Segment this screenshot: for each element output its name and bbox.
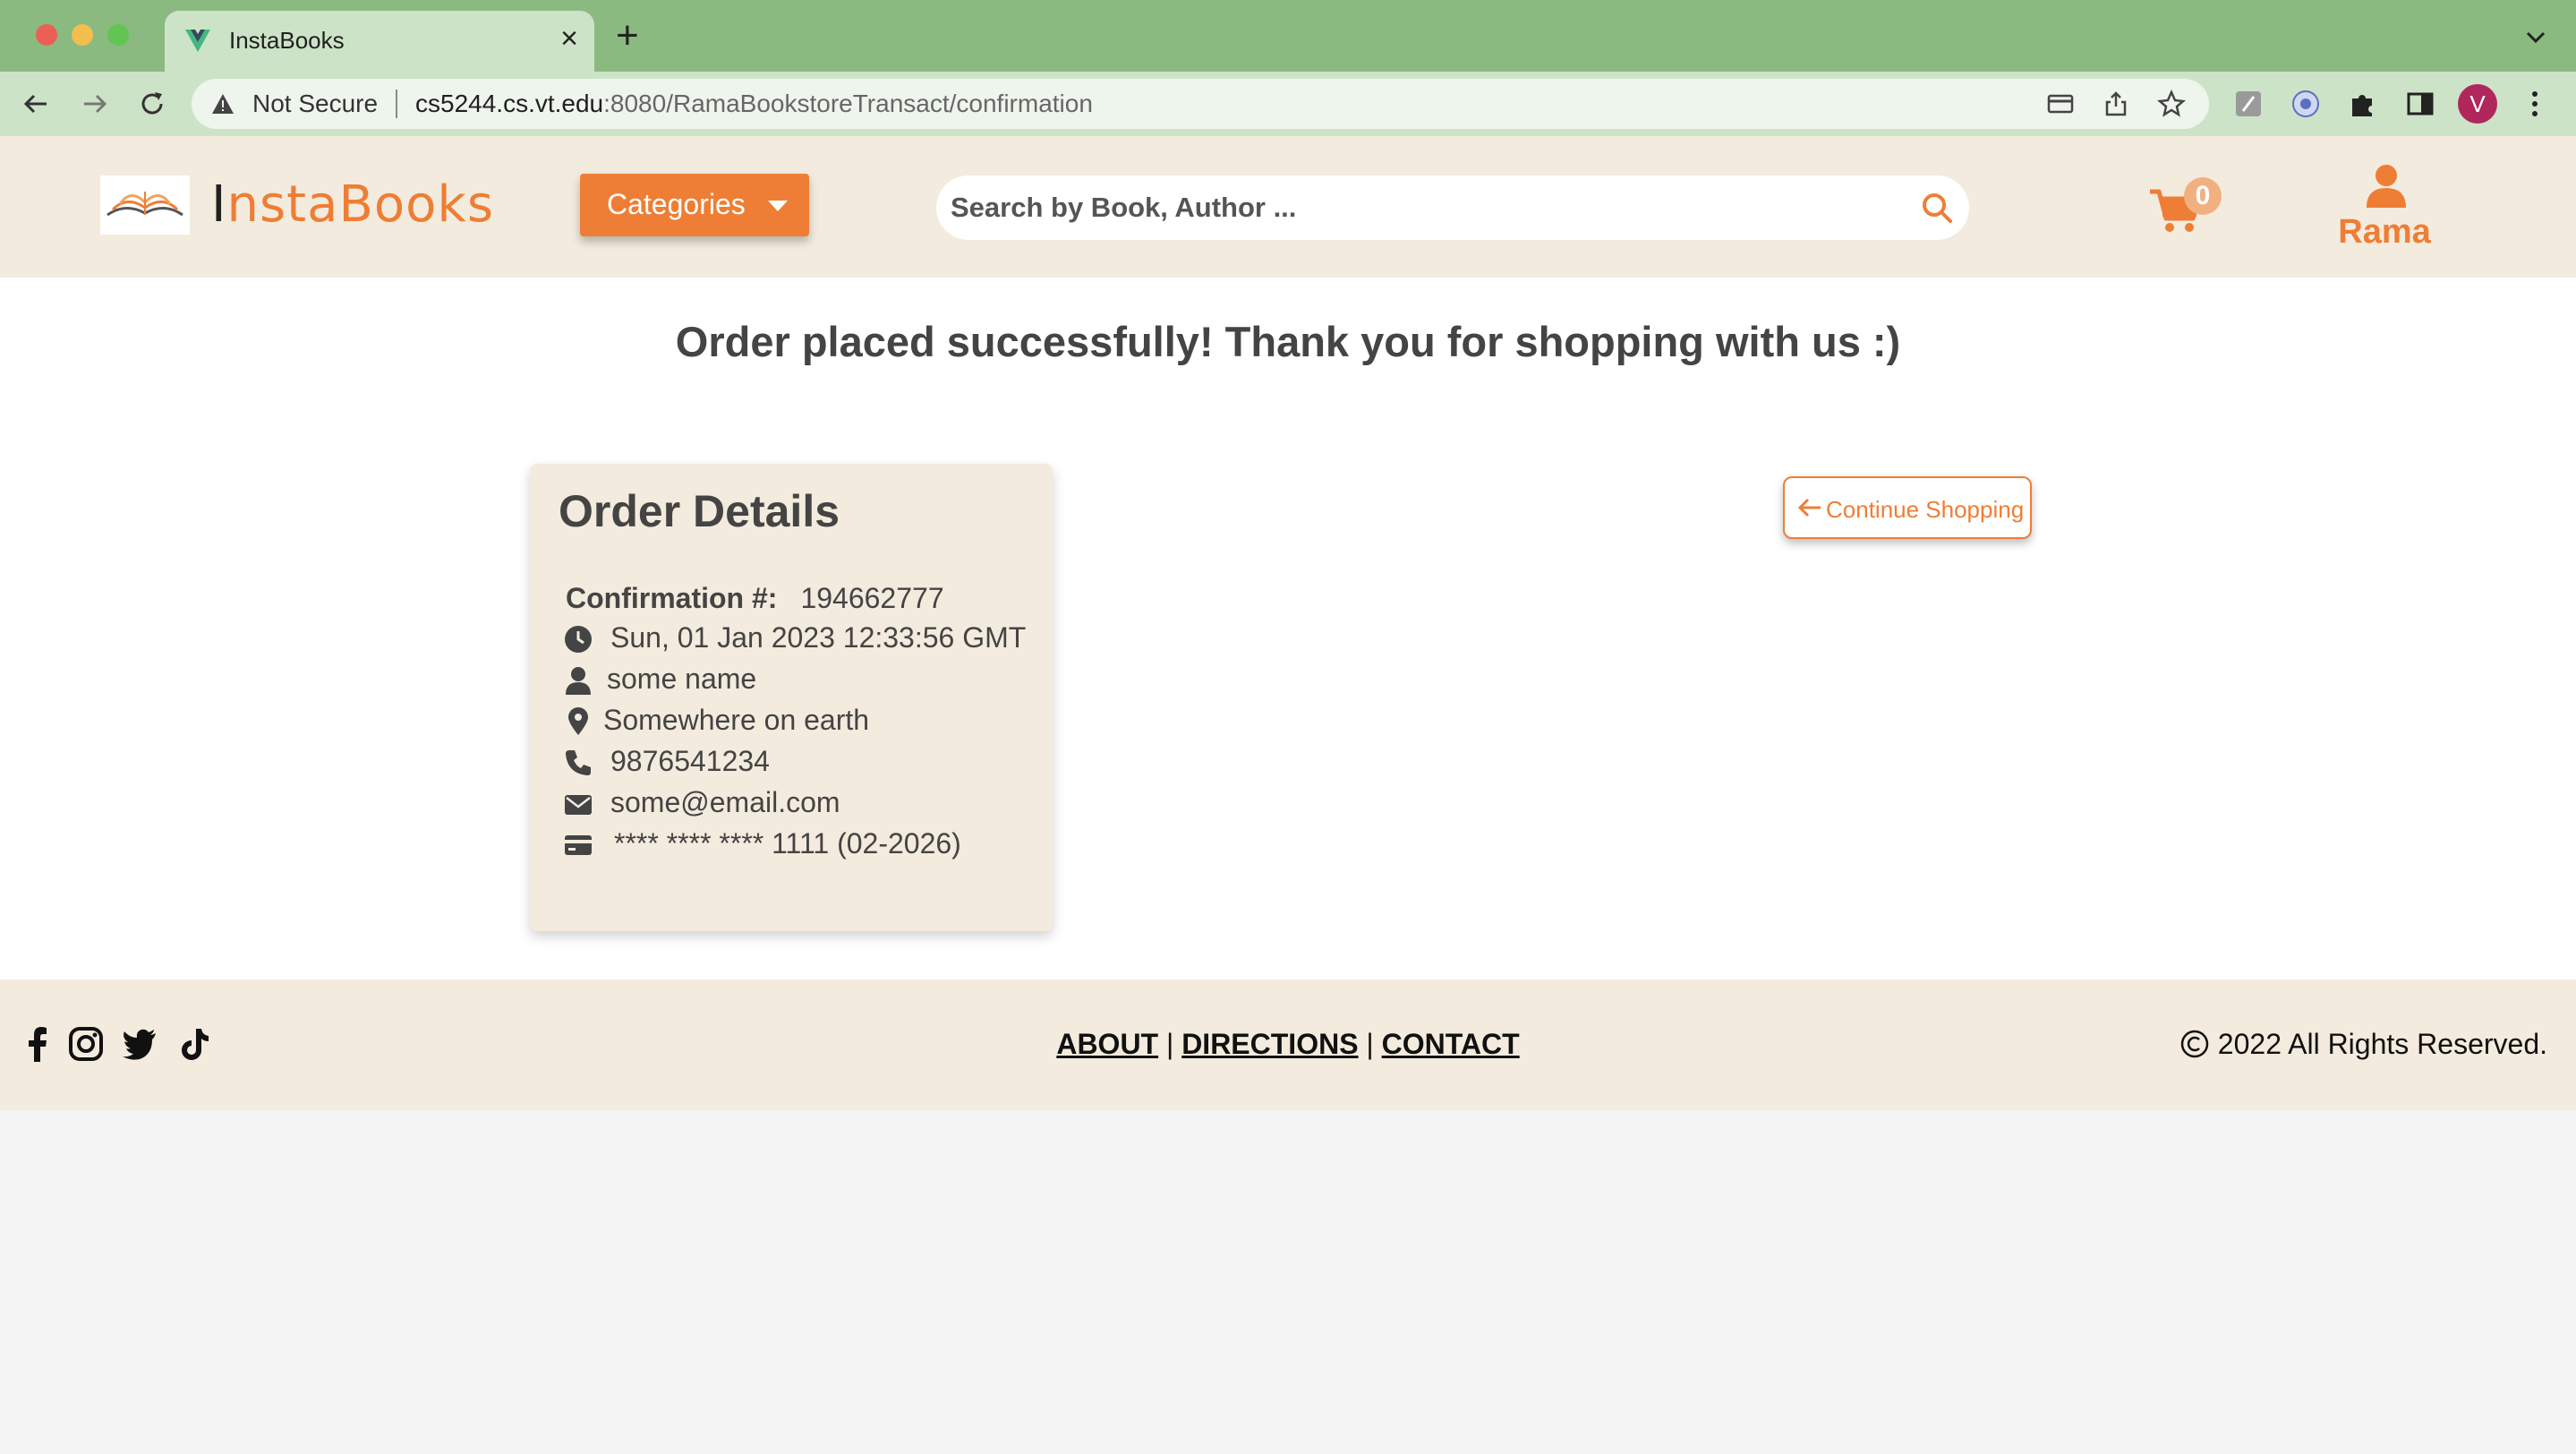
- copyright: 2022 All Rights Reserved.: [2179, 1028, 2547, 1061]
- url-path: :8080/RamaBookstoreTransact/confirmation: [603, 90, 1093, 117]
- minimize-window-button[interactable]: [72, 24, 93, 46]
- reload-icon[interactable]: [136, 88, 168, 120]
- customer-phone: 9876541234: [610, 745, 770, 777]
- card-icon[interactable]: [2046, 90, 2075, 118]
- user-account[interactable]: Rama: [2331, 163, 2438, 261]
- envelope-icon: [565, 795, 592, 815]
- forward-arrow-icon[interactable]: [79, 88, 111, 120]
- browser-tab-bar: InstaBooks × +: [0, 0, 2576, 72]
- url-host: cs5244.cs.vt.edu: [415, 90, 604, 117]
- customer-name: some name: [607, 663, 757, 695]
- caret-down-icon: [768, 201, 788, 211]
- confirmation-row: Confirmation #: 194662777: [566, 582, 944, 615]
- open-book-icon: [107, 192, 183, 217]
- bookmark-star-icon[interactable]: [2157, 90, 2186, 118]
- arrow-left-icon: [1797, 498, 1821, 517]
- address-bar[interactable]: Not Secure cs5244.cs.vt.edu:8080/RamaBoo…: [192, 79, 2209, 129]
- logo-rest: nstaBooks: [226, 175, 495, 234]
- contact-link[interactable]: CONTACT: [1382, 1028, 1520, 1060]
- url-text[interactable]: cs5244.cs.vt.edu:8080/RamaBookstoreTrans…: [415, 90, 1093, 118]
- copyright-text: 2022 All Rights Reserved.: [2217, 1028, 2547, 1060]
- link-separator: |: [1165, 1028, 1174, 1060]
- new-tab-icon[interactable]: +: [616, 16, 639, 56]
- extension-icon[interactable]: [2232, 88, 2265, 120]
- logo-text[interactable]: InstaBooks: [211, 175, 494, 234]
- tab-close-icon[interactable]: ×: [560, 23, 578, 54]
- puzzle-icon[interactable]: [2347, 88, 2379, 120]
- extension-icon[interactable]: [2290, 88, 2322, 120]
- user-icon: [2367, 165, 2406, 208]
- cart-button[interactable]: 0: [2148, 177, 2222, 240]
- site-footer: ABOUT | DIRECTIONS | CONTACT 2022 All Ri…: [0, 979, 2576, 1110]
- confirmation-label: Confirmation #:: [566, 582, 778, 614]
- order-details-title: Order Details: [559, 486, 840, 536]
- cart-count-badge: 0: [2184, 177, 2222, 215]
- warning-icon: [212, 94, 234, 114]
- credit-card-icon: [565, 835, 592, 855]
- copyright-icon: [2180, 1030, 2209, 1058]
- user-icon: [566, 667, 591, 695]
- link-separator: |: [1366, 1028, 1374, 1060]
- browser-toolbar: Not Secure cs5244.cs.vt.edu:8080/RamaBoo…: [0, 72, 2576, 136]
- divider: [396, 90, 397, 118]
- confirmation-number: 194662777: [800, 582, 944, 614]
- search-icon[interactable]: [1921, 192, 1953, 224]
- back-arrow-icon[interactable]: [20, 88, 52, 120]
- more-options-icon[interactable]: [2526, 88, 2544, 120]
- continue-shopping-button[interactable]: Continue Shopping: [1783, 476, 2032, 539]
- customer-address: Somewhere on earth: [603, 704, 870, 736]
- order-date: Sun, 01 Jan 2023 12:33:56 GMT: [610, 621, 1027, 654]
- categories-label: Categories: [607, 188, 746, 220]
- user-name: Rama: [2338, 213, 2431, 251]
- payment-card: **** **** **** 1111 (02-2026): [614, 827, 961, 860]
- phone-icon: [566, 750, 591, 775]
- logo-first-letter: I: [211, 175, 227, 234]
- browser-tab[interactable]: InstaBooks ×: [165, 11, 594, 72]
- side-panel-icon[interactable]: [2404, 88, 2436, 120]
- search-input[interactable]: [951, 183, 1881, 233]
- clock-icon: [565, 626, 592, 653]
- site-header: InstaBooks Categories 0 Rama: [0, 136, 2576, 278]
- share-icon[interactable]: [2102, 90, 2130, 118]
- profile-avatar[interactable]: V: [2458, 84, 2497, 124]
- tab-title: InstaBooks: [229, 27, 345, 54]
- main-content: Order placed successfully! Thank you for…: [0, 278, 2576, 979]
- search-bar: [936, 175, 1969, 240]
- maximize-window-button[interactable]: [107, 24, 129, 46]
- logo-image[interactable]: [100, 175, 190, 235]
- vue-logo-icon: [185, 30, 210, 52]
- success-message: Order placed successfully! Thank you for…: [675, 318, 1901, 365]
- directions-link[interactable]: DIRECTIONS: [1181, 1028, 1358, 1060]
- about-link[interactable]: ABOUT: [1056, 1028, 1158, 1060]
- customer-email: some@email.com: [610, 786, 840, 818]
- location-pin-icon: [568, 707, 588, 735]
- order-details-card: Order Details Confirmation #: 194662777 S…: [530, 464, 1053, 931]
- categories-button[interactable]: Categories: [580, 174, 809, 236]
- security-status[interactable]: Not Secure: [252, 90, 378, 118]
- close-window-button[interactable]: [36, 24, 57, 46]
- chevron-down-icon[interactable]: [2522, 23, 2549, 50]
- continue-shopping-label: Continue Shopping: [1826, 496, 2025, 523]
